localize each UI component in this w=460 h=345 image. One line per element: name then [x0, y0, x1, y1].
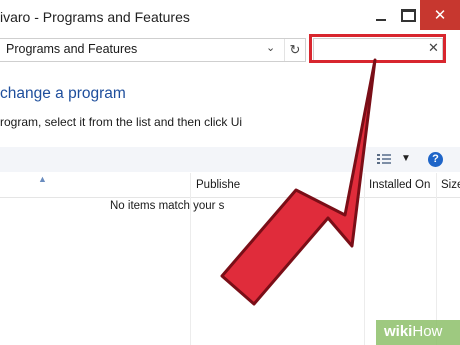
- chevron-down-icon[interactable]: ⌄: [266, 41, 275, 54]
- column-divider[interactable]: [436, 173, 437, 345]
- window-title: ivaro - Programs and Features: [0, 9, 190, 25]
- watermark-text-bold: wiki: [384, 323, 413, 340]
- column-size[interactable]: Size: [441, 179, 460, 191]
- page-heading[interactable]: change a program: [0, 85, 126, 103]
- minimize-icon: [376, 19, 386, 21]
- refresh-icon[interactable]: ↻: [284, 39, 305, 61]
- column-installed-on[interactable]: Installed On: [369, 179, 430, 191]
- maximize-icon: [400, 8, 416, 22]
- column-publisher[interactable]: Publishe: [196, 179, 240, 191]
- watermark-logo: wikiHow: [384, 323, 442, 340]
- minimize-button[interactable]: [366, 0, 396, 30]
- watermark-text-light: How: [412, 323, 443, 340]
- view-options-icon[interactable]: [377, 154, 391, 165]
- column-divider[interactable]: [190, 173, 191, 345]
- watermark-badge: [376, 320, 460, 345]
- address-path: Programs and Features: [6, 42, 138, 56]
- command-toolbar: ▼ ?: [0, 147, 460, 172]
- close-button[interactable]: ✕: [420, 0, 460, 30]
- address-bar[interactable]: Programs and Features ⌄ ↻: [0, 38, 306, 62]
- column-divider[interactable]: [364, 173, 365, 345]
- empty-list-message: No items match your s: [110, 200, 225, 212]
- title-bar: ivaro - Programs and Features ✕: [0, 0, 460, 36]
- help-icon[interactable]: ?: [428, 152, 443, 167]
- maximize-button[interactable]: [397, 0, 419, 30]
- sort-ascending-icon: ▲: [38, 174, 47, 184]
- list-column-header: ▲ Publishe Installed On Size: [0, 173, 460, 198]
- close-icon: ✕: [433, 7, 447, 24]
- search-highlight-box: [309, 34, 446, 63]
- view-dropdown-icon[interactable]: ▼: [401, 153, 411, 164]
- instructions-text: rogram, select it from the list and then…: [0, 115, 243, 129]
